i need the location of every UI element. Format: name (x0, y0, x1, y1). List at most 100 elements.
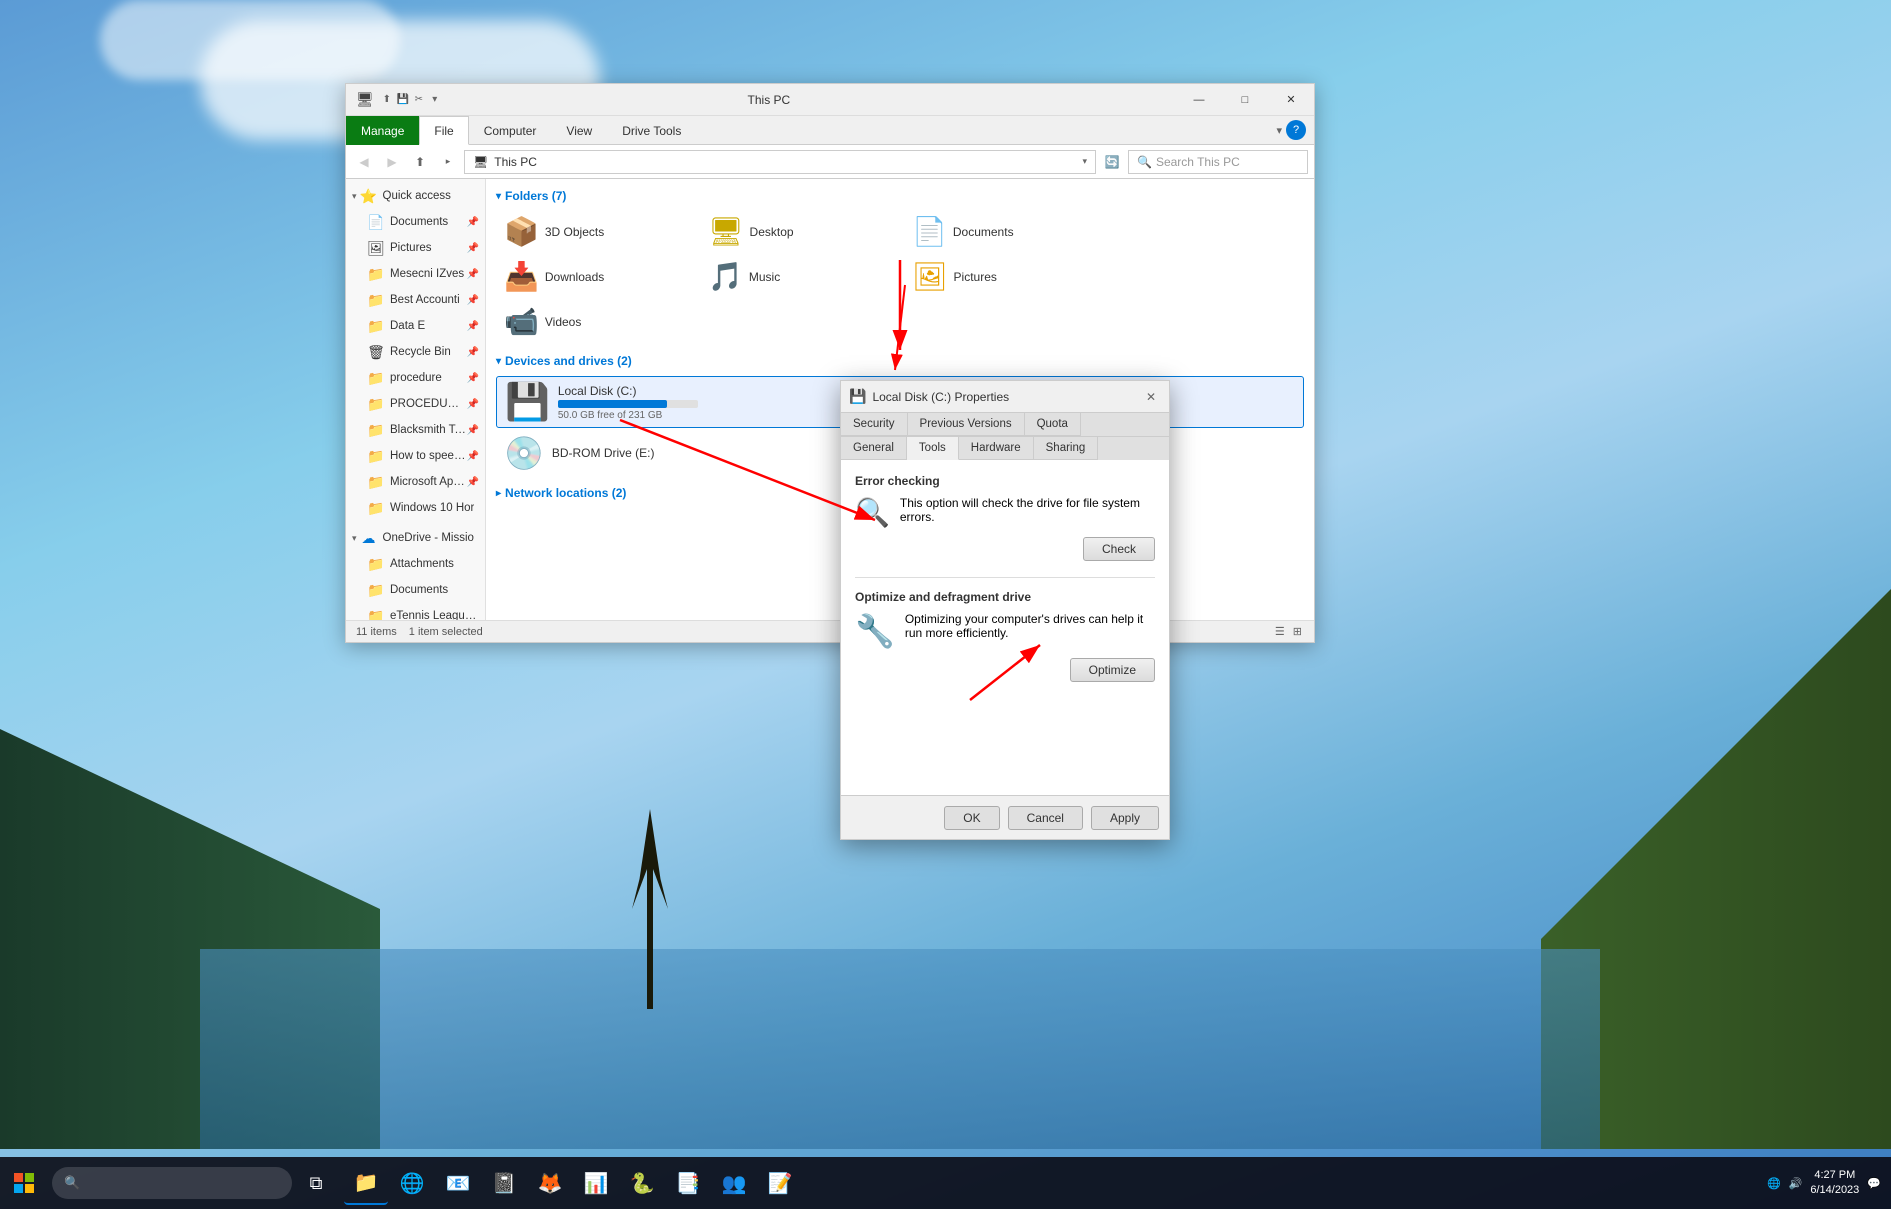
folder-3d-objects[interactable]: 📦 3D Objects (496, 211, 696, 252)
sidebar-onedrive[interactable]: ▾ ☁ OneDrive - Missio (346, 525, 485, 551)
sidebar-quick-access[interactable]: ▾ ⭐ Quick access (346, 183, 485, 209)
quick-access-btn-1[interactable]: ⬆ (380, 93, 394, 107)
ribbon-expand-icon[interactable]: ▾ (1276, 124, 1282, 137)
taskbar-search[interactable]: 🔍 (52, 1167, 292, 1199)
sidebar-item-procedure[interactable]: 📁 procedure 📌 (346, 365, 485, 391)
windows-logo-icon (14, 1173, 34, 1193)
tab-view[interactable]: View (551, 116, 607, 145)
taskbar-excel[interactable]: 📊 (574, 1161, 618, 1205)
sidebar-item-mesecni[interactable]: 📁 Mesecni IZves 📌 (346, 261, 485, 287)
drive-c-bar (558, 400, 667, 408)
devices-section-header[interactable]: ▾ Devices and drives (2) (496, 354, 1304, 368)
folder-desktop[interactable]: 🖥 Desktop (700, 211, 900, 252)
notification-icon[interactable]: 💬 (1867, 1177, 1881, 1190)
sidebar-item-best-accounti[interactable]: 📁 Best Accounti 📌 (346, 287, 485, 313)
folders-section-header[interactable]: ▾ Folders (7) (496, 189, 1304, 203)
taskbar-python[interactable]: 🐍 (620, 1161, 664, 1205)
sidebar-item-blacksmith[interactable]: 📁 Blacksmith Tong 📌 (346, 417, 485, 443)
task-view-btn[interactable]: ⧉ (292, 1159, 340, 1207)
sidebar-item-win10[interactable]: 📁 Windows 10 Hor (346, 495, 485, 521)
sidebar-item-documents-od[interactable]: 📁 Documents (346, 577, 485, 603)
tab-security[interactable]: Security (841, 413, 908, 436)
check-button[interactable]: Check (1083, 537, 1155, 561)
sidebar-onedrive-label: OneDrive - Missio (383, 532, 474, 544)
dialog-close-button[interactable]: ✕ (1141, 387, 1161, 407)
network-icon[interactable]: 🌐 (1767, 1177, 1781, 1190)
address-path[interactable]: 🖥 This PC ▾ (464, 150, 1096, 174)
tab-computer[interactable]: Computer (469, 116, 552, 145)
tab-manage[interactable]: Manage (346, 116, 419, 145)
pin-icon-4: 📌 (467, 295, 479, 306)
sidebar-item-ms-apps[interactable]: 📁 Microsoft Apps f 📌 (346, 469, 485, 495)
folder-icon-7: 📁 (366, 420, 386, 440)
quick-access-dropdown[interactable]: ▾ (428, 93, 442, 107)
search-box[interactable]: 🔍 Search This PC (1128, 150, 1308, 174)
apply-button[interactable]: Apply (1091, 806, 1159, 830)
taskbar-teams[interactable]: 👥 (712, 1161, 756, 1205)
folder-downloads[interactable]: 📥 Downloads (496, 256, 696, 297)
details-view-btn[interactable]: ☰ (1273, 625, 1287, 638)
ribbon-help-icon[interactable]: ? (1286, 120, 1306, 140)
sidebar-item-how-to[interactable]: 📁 How to speed u 📌 (346, 443, 485, 469)
taskbar-word[interactable]: 📝 (758, 1161, 802, 1205)
tab-quota[interactable]: Quota (1025, 413, 1081, 436)
taskbar-file-explorer[interactable]: 📁 (344, 1161, 388, 1205)
system-tray: 🌐 🔊 4:27 PM 6/14/2023 💬 (1767, 1168, 1891, 1199)
optimize-button[interactable]: Optimize (1070, 658, 1155, 682)
large-icons-view-btn[interactable]: ⊞ (1291, 625, 1304, 638)
sidebar-item-data-e[interactable]: 📁 Data E 📌 (346, 313, 485, 339)
check-btn-container: Check (855, 537, 1155, 561)
speaker-icon[interactable]: 🔊 (1789, 1177, 1803, 1190)
tab-drive-tools[interactable]: Drive Tools (607, 116, 696, 145)
onedrive-icon: ☁ (359, 528, 379, 548)
taskbar-powerpoint[interactable]: 📑 (666, 1161, 710, 1205)
optimize-body: 🔧 Optimizing your computer's drives can … (855, 612, 1155, 650)
pin-icon-7: 📌 (467, 373, 479, 384)
recent-locations-btn[interactable]: ▸ (436, 150, 460, 174)
tab-tools[interactable]: Tools (907, 437, 959, 460)
quick-access-btn-3[interactable]: ✂ (412, 93, 426, 107)
sidebar-item-procedure-caps[interactable]: 📁 PROCEDURE . 📌 (346, 391, 485, 417)
sidebar-attachments-label: Attachments (390, 558, 454, 570)
ok-button[interactable]: OK (944, 806, 999, 830)
up-button[interactable]: ⬆ (408, 150, 432, 174)
sidebar-item-etennis[interactable]: 📁 eTennis League V (346, 603, 485, 620)
tab-general[interactable]: General (841, 437, 907, 460)
taskbar-firefox[interactable]: 🦊 (528, 1161, 572, 1205)
taskbar-onenote[interactable]: 📓 (482, 1161, 526, 1205)
folder-music[interactable]: 🎵 Music (700, 256, 900, 297)
folder-icon-12: 📁 (366, 580, 386, 600)
error-checking-body: 🔍 This option will check the drive for f… (855, 496, 1155, 529)
start-button[interactable] (0, 1159, 48, 1207)
error-checking-title: Error checking (855, 474, 1155, 488)
documents-folder-icon: 📄 (912, 215, 947, 248)
sidebar-item-documents[interactable]: 📄 Documents 📌 (346, 209, 485, 235)
maximize-button[interactable]: □ (1222, 84, 1268, 116)
folder-3d-objects-label: 3D Objects (545, 225, 604, 239)
tab-file[interactable]: File (419, 116, 468, 145)
address-dropdown-icon[interactable]: ▾ (1082, 156, 1087, 167)
taskbar-edge[interactable]: 🌐 (390, 1161, 434, 1205)
folder-documents[interactable]: 📄 Documents (904, 211, 1104, 252)
taskbar-outlook[interactable]: 📧 (436, 1161, 480, 1205)
sidebar-item-pictures[interactable]: 🖼 Pictures 📌 (346, 235, 485, 261)
back-button[interactable]: ◀ (352, 150, 376, 174)
folder-pictures[interactable]: 🖼 Pictures (904, 256, 1104, 297)
outlook-taskbar-icon: 📧 (446, 1171, 471, 1196)
refresh-button[interactable]: 🔄 (1100, 150, 1124, 174)
cancel-button[interactable]: Cancel (1008, 806, 1083, 830)
forward-button[interactable]: ▶ (380, 150, 404, 174)
selected-count: 1 item selected (409, 626, 483, 638)
minimize-button[interactable]: — (1176, 84, 1222, 116)
quick-access-btn-2[interactable]: 💾 (396, 93, 410, 107)
clock[interactable]: 4:27 PM 6/14/2023 (1810, 1168, 1859, 1199)
powerpoint-taskbar-icon: 📑 (676, 1171, 701, 1196)
sidebar-item-recycle-bin[interactable]: 🗑 Recycle Bin 📌 (346, 339, 485, 365)
tab-previous-versions[interactable]: Previous Versions (908, 413, 1025, 436)
folder-videos[interactable]: 📹 Videos (496, 301, 696, 342)
folder-icon-11: 📁 (366, 554, 386, 574)
sidebar-item-attachments[interactable]: 📁 Attachments (346, 551, 485, 577)
tab-sharing[interactable]: Sharing (1034, 437, 1099, 460)
close-button[interactable]: ✕ (1268, 84, 1314, 116)
tab-hardware[interactable]: Hardware (959, 437, 1034, 460)
